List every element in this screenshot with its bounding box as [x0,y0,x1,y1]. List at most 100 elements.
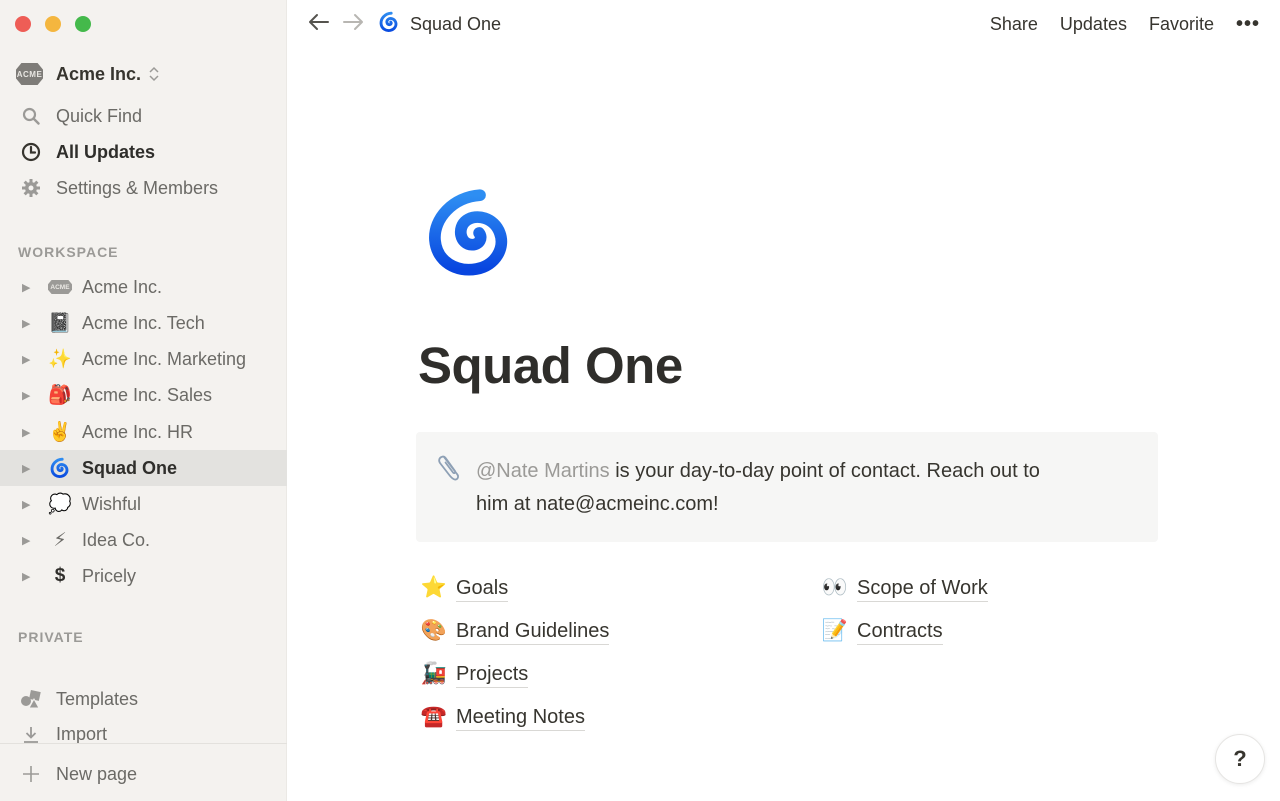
page-label: Wishful [82,493,142,514]
page-label: Squad One [82,457,178,478]
page-cyclone-icon[interactable] [426,185,516,281]
templates-icon [20,688,42,710]
updates-button[interactable]: Updates [1060,14,1127,35]
palette-icon: 🎨 [420,619,448,642]
gear-icon [20,177,42,199]
memo-icon: 📝 [821,619,849,642]
eyes-icon: 👀 [821,576,849,599]
sidebar: ACME Acme Inc. Quick Find All Updates Se… [0,0,287,801]
sparkles-icon: ✨ [48,349,72,370]
new-page-button[interactable]: New page [0,757,287,791]
callout-block[interactable]: @Nate Martins is your day-to-day point o… [416,432,1158,542]
favorite-button[interactable]: Favorite [1149,14,1214,35]
maximize-window-button[interactable] [75,16,91,32]
callout-text-line2: him at nate@acmeinc.com! [476,493,719,515]
chevron-up-down-icon [149,66,159,82]
more-options-icon[interactable]: ••• [1236,13,1260,36]
help-button[interactable]: ? [1215,734,1265,784]
star-icon: ⭐ [420,576,448,599]
link-label: Goals [456,575,509,602]
import-icon [20,724,42,743]
user-mention[interactable]: @Nate Martins [476,460,610,482]
expand-caret-icon[interactable]: ▶ [22,281,36,294]
link-label: Contracts [857,618,943,645]
backpack-icon: 🎒 [48,385,72,406]
sidebar-page-acme-inc-marketing[interactable]: ▶ ✨ Acme Inc. Marketing [0,341,287,377]
search-icon [20,105,42,127]
topbar-actions: Share Updates Favorite ••• [990,0,1260,48]
close-window-button[interactable] [15,16,31,32]
thought-bubble-icon: 💭 [48,494,72,515]
link-label: Brand Guidelines [456,618,610,645]
sidebar-item-all-updates[interactable]: All Updates [0,135,287,169]
expand-caret-icon[interactable]: ▶ [22,389,36,402]
breadcrumb[interactable]: Squad One [378,11,501,38]
sidebar-page-acme-inc-sales[interactable]: ▶ 🎒 Acme Inc. Sales [0,377,287,413]
link-label: Meeting Notes [456,704,585,731]
private-section-label: PRIVATE [18,629,84,645]
back-arrow-icon[interactable] [308,11,330,37]
workspace-section-label: WORKSPACE [18,244,119,260]
callout-text-line1: is your day-to-day point of contact. Rea… [609,460,1040,482]
expand-caret-icon[interactable]: ▶ [22,317,36,330]
minimize-window-button[interactable] [45,16,61,32]
acme-logo-icon: ACME [16,63,43,85]
topbar: Squad One Share Updates Favorite ••• [288,0,1280,48]
sidebar-item-label: Templates [56,688,139,709]
sidebar-divider [0,743,287,744]
sidebar-page-squad-one[interactable]: ▶ Squad One [0,450,287,486]
page-label: Acme Inc. Sales [82,384,213,405]
sidebar-item-templates[interactable]: Templates [0,682,287,716]
acme-logo-icon: ACME [48,275,72,299]
link-label: Projects [456,661,529,688]
window-controls [15,16,91,32]
expand-caret-icon[interactable]: ▶ [22,498,36,511]
sidebar-page-acme-inc-hr[interactable]: ▶ ✌️ Acme Inc. HR [0,414,287,450]
forward-arrow-icon[interactable] [342,11,364,37]
locomotive-icon: 🚂 [420,662,448,685]
sidebar-page-wishful[interactable]: ▶ 💭 Wishful [0,486,287,522]
sidebar-page-pricely[interactable]: ▶ $ Pricely [0,558,287,594]
expand-caret-icon[interactable]: ▶ [22,462,36,475]
expand-caret-icon[interactable]: ▶ [22,570,36,583]
sidebar-item-import[interactable]: Import [0,718,287,743]
cyclone-icon [48,456,72,480]
sidebar-item-quick-find[interactable]: Quick Find [0,99,287,133]
link-meeting-notes[interactable]: ☎️ Meeting Notes [420,700,585,734]
sidebar-item-label: Quick Find [56,105,143,126]
page-label: Acme Inc. HR [82,421,194,442]
expand-caret-icon[interactable]: ▶ [22,534,36,547]
telephone-icon: ☎️ [420,705,448,728]
workspace-switcher[interactable]: ACME Acme Inc. [16,58,159,90]
sidebar-item-settings-members[interactable]: Settings & Members [0,171,287,205]
page-label: Pricely [82,565,137,586]
sidebar-item-label: Import [56,724,108,743]
cyclone-icon [378,11,400,38]
page-label: Idea Co. [82,529,151,550]
expand-caret-icon[interactable]: ▶ [22,426,36,439]
sidebar-page-acme-inc[interactable]: ▶ ACME Acme Inc. [0,269,287,305]
sidebar-item-label: All Updates [56,141,156,162]
sidebar-page-acme-inc-tech[interactable]: ▶ 📓 Acme Inc. Tech [0,305,287,341]
callout-text: @Nate Martins is your day-to-day point o… [476,455,1040,542]
page-label: Acme Inc. [82,276,163,297]
dollar-icon: $ [54,565,66,586]
page-title[interactable]: Squad One [418,336,683,395]
sidebar-page-idea-co[interactable]: ▶ ⚡ Idea Co. [0,522,287,558]
lightning-icon: ⚡ [53,529,67,551]
link-projects[interactable]: 🚂 Projects [420,657,529,691]
page-label: Acme Inc. Tech [82,312,205,333]
clock-icon [20,141,42,163]
link-goals[interactable]: ⭐ Goals [420,571,509,605]
sidebar-item-label: Settings & Members [56,177,219,198]
breadcrumb-title: Squad One [410,13,502,34]
victory-hand-icon: ✌️ [48,422,72,443]
link-label: Scope of Work [857,575,988,602]
share-button[interactable]: Share [990,14,1038,35]
expand-caret-icon[interactable]: ▶ [22,353,36,366]
new-page-label: New page [56,763,138,784]
page-label: Acme Inc. Marketing [82,348,247,369]
link-brand-guidelines[interactable]: 🎨 Brand Guidelines [420,614,610,648]
link-contracts[interactable]: 📝 Contracts [821,614,943,648]
link-scope-of-work[interactable]: 👀 Scope of Work [821,571,988,605]
